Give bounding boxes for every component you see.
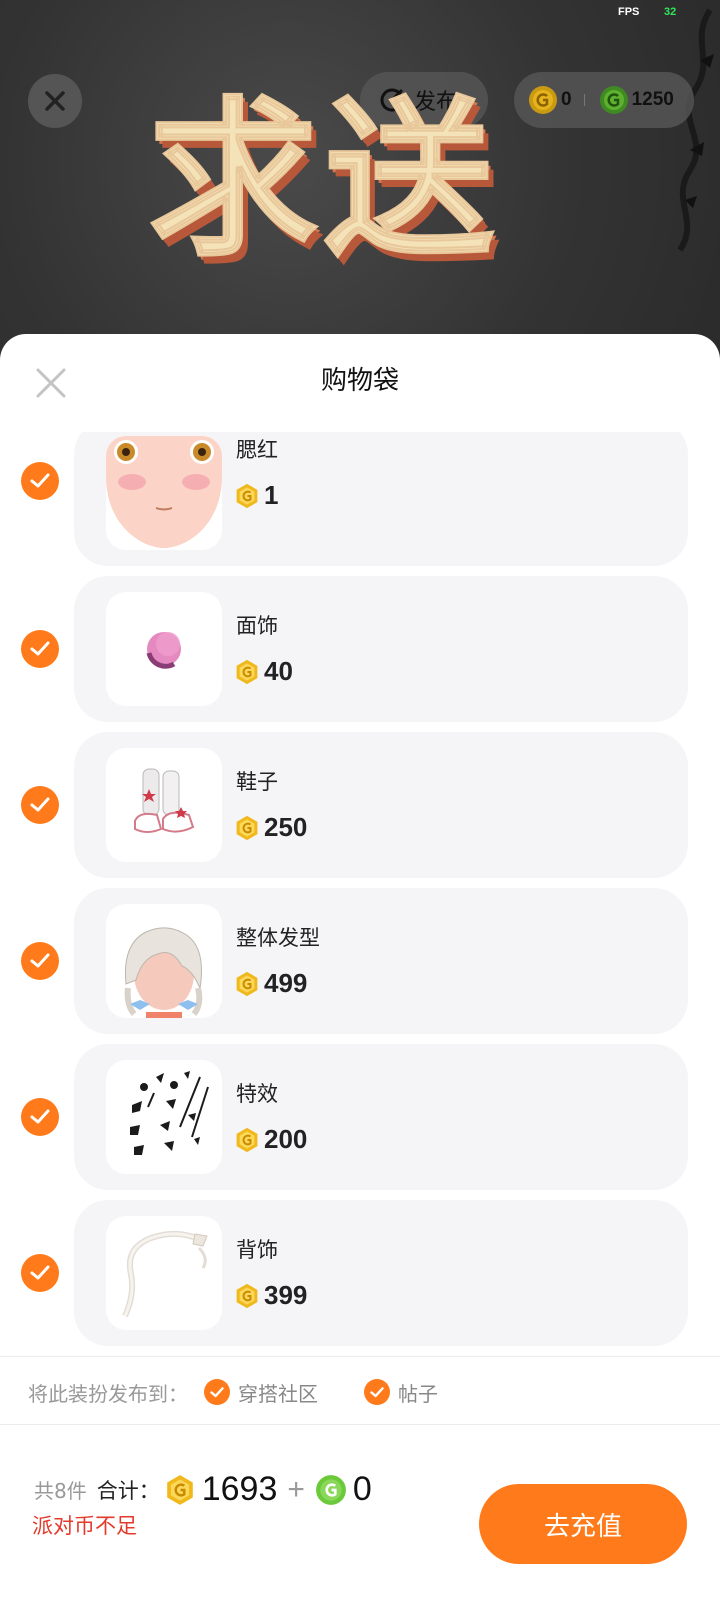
item-card[interactable]: 腮红 1: [74, 432, 688, 566]
check-icon: [204, 1379, 230, 1405]
screen: FPS 32 发布 0 1250 求送 购物袋 腮红 1 面饰 40 鞋子 25…: [0, 0, 720, 1600]
item-card[interactable]: 鞋子 250: [74, 732, 688, 878]
gold-coin-icon: [236, 659, 258, 684]
item-price: 1: [234, 480, 278, 511]
item-name: 腮红: [236, 438, 278, 462]
divider: [0, 1356, 720, 1357]
cart-item[interactable]: 特效 200: [0, 1044, 720, 1190]
green-balance: 1250: [631, 89, 674, 110]
item-card[interactable]: 背饰 399: [74, 1200, 688, 1346]
item-name: 特效: [236, 1082, 278, 1106]
publish-option-post[interactable]: 帖子: [364, 1378, 438, 1407]
item-card[interactable]: 面饰 40: [74, 576, 688, 722]
check-icon: [30, 641, 50, 656]
balance-divider: [583, 94, 585, 106]
shoes-thumbnail: [106, 748, 222, 862]
item-price: 40: [234, 656, 293, 687]
item-checkbox[interactable]: [21, 1254, 59, 1292]
gold-coin-icon: [236, 971, 258, 996]
gold-coin-icon: [236, 815, 258, 840]
recharge-button[interactable]: 去充值: [479, 1484, 687, 1564]
item-card[interactable]: 整体发型 499: [74, 888, 688, 1034]
gold-balance: 0: [561, 89, 572, 110]
check-icon: [30, 1265, 50, 1280]
item-checkbox[interactable]: [21, 462, 59, 500]
effect-thumbnail: [106, 1060, 222, 1174]
gold-coin-icon: [236, 1127, 258, 1152]
game-background: FPS 32 发布 0 1250 求送: [0, 0, 720, 360]
cart-item[interactable]: 背饰 399: [0, 1200, 720, 1346]
item-price: 499: [234, 968, 307, 999]
item-price: 200: [234, 1124, 307, 1155]
item-name: 鞋子: [236, 770, 278, 794]
check-icon: [30, 953, 50, 968]
cart-item[interactable]: 鞋子 250: [0, 732, 720, 878]
cart-item[interactable]: 面饰 40: [0, 576, 720, 722]
item-name: 整体发型: [236, 926, 320, 950]
cart-item[interactable]: 整体发型 499: [0, 888, 720, 1034]
sheet-title: 购物袋: [320, 366, 399, 396]
plus-sign: +: [287, 1472, 305, 1506]
face-accessory-thumbnail: [106, 592, 222, 706]
check-icon: [30, 473, 50, 488]
gold-coin-icon: [166, 1474, 193, 1505]
publish-to-label: 将此装扮发布到：: [28, 1381, 188, 1406]
check-icon: [364, 1379, 390, 1405]
cart-item[interactable]: 腮红 1: [0, 432, 720, 566]
gold-total: 1693: [201, 1470, 278, 1508]
item-card[interactable]: 特效 200: [74, 1044, 688, 1190]
blush-thumbnail: [106, 436, 222, 550]
close-button[interactable]: [28, 74, 82, 128]
check-icon: [30, 1109, 50, 1124]
item-price: 399: [234, 1280, 307, 1311]
item-checkbox[interactable]: [21, 630, 59, 668]
banner-title: 求送: [147, 82, 501, 280]
check-icon: [30, 797, 50, 812]
total-line: 共8件 合计： 1693 + 0: [34, 1470, 372, 1509]
hairstyle-thumbnail: [106, 904, 222, 1018]
item-price: 250: [234, 812, 307, 843]
close-icon: [45, 91, 65, 111]
checkout-footer: 共8件 合计： 1693 + 0 派对币不足 去充值: [0, 1424, 720, 1600]
green-coin-icon: [599, 86, 628, 114]
item-checkbox[interactable]: [21, 1098, 59, 1136]
item-count: 共8件: [34, 1479, 87, 1503]
cart-item-list[interactable]: 腮红 1 面饰 40 鞋子 250 整体发型 499 特效 200 背饰 399: [0, 432, 720, 1358]
decoration-vine-icon: [677, 8, 714, 252]
gold-coin-icon: [529, 86, 557, 114]
green-coin-icon: [315, 1474, 346, 1505]
gold-coin-icon: [236, 483, 258, 508]
publish-to-row: 将此装扮发布到： 穿搭社区 帖子: [28, 1372, 484, 1412]
gold-coin-icon: [236, 1283, 258, 1308]
total-label: 合计：: [96, 1478, 160, 1503]
item-name: 面饰: [236, 614, 278, 638]
publish-option-community[interactable]: 穿搭社区: [204, 1378, 318, 1407]
fps-label: FPS: [618, 6, 640, 18]
item-name: 背饰: [236, 1238, 278, 1262]
currency-balance[interactable]: 0 1250: [514, 72, 694, 128]
green-total: 0: [352, 1470, 372, 1508]
shopping-bag-sheet: 购物袋 腮红 1 面饰 40 鞋子 250 整体发型 499 特效 200 背饰…: [0, 334, 720, 1600]
item-checkbox[interactable]: [21, 942, 59, 980]
insufficient-warning: 派对币不足: [32, 1514, 137, 1538]
item-checkbox[interactable]: [21, 786, 59, 824]
back-accessory-thumbnail: [106, 1216, 222, 1330]
